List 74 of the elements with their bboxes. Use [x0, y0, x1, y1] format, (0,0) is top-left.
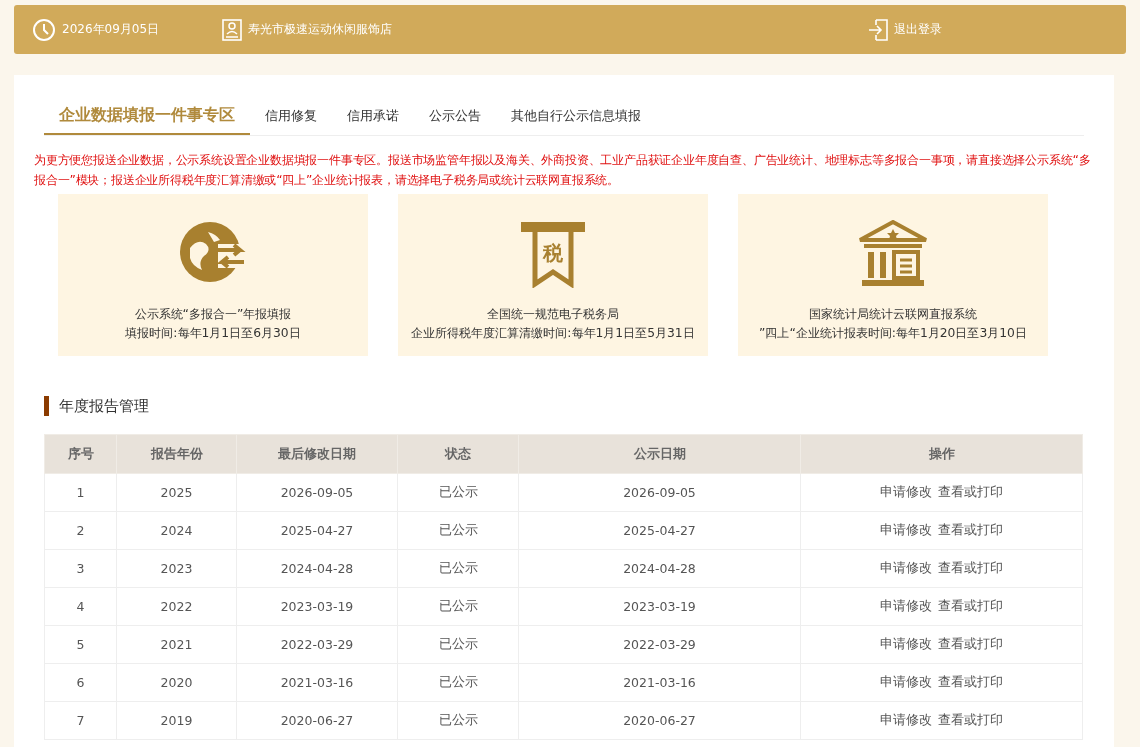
- tab[interactable]: 其他自行公示信息填报: [496, 97, 656, 135]
- table-cell: 2: [44, 511, 117, 550]
- action-link[interactable]: 申请修改: [877, 522, 935, 539]
- shop-name: 寿光市极速运动休闲服饰店: [248, 21, 392, 38]
- service-card[interactable]: 税 全国统一规范电子税务局 企业所得税年度汇算清缴时间:每年1月1日至5月31日: [398, 194, 708, 356]
- column-header: 状态: [397, 434, 519, 474]
- table-cell: 6: [44, 663, 117, 702]
- action-link[interactable]: 查看或打印: [935, 674, 1006, 691]
- section-title: 年度报告管理: [59, 396, 149, 416]
- table-cell: 2021-03-16: [236, 663, 398, 702]
- table-cell: 2020-06-27: [518, 701, 801, 740]
- person-badge-icon: [222, 18, 242, 41]
- action-link[interactable]: 申请修改: [877, 674, 935, 691]
- notice-text: 为更方便您报送企业数据，公示系统设置企业数据填报一件事专区。报送市场监管年报以及海关、外商投资、工业产品获证企业年度自查、广告业统计、地理标志等多报合一事项，请直接选择公示系统“多报合一”模块；报送企业所得税年度汇算清缴或“四上”企业统计报表，请选择电子税务局或统计云联网直报系统。: [34, 152, 1092, 189]
- action-link[interactable]: 查看或打印: [935, 484, 1006, 501]
- action-link[interactable]: 申请修改: [877, 484, 935, 501]
- table-cell: 1: [44, 473, 117, 512]
- table-cell: 已公示: [397, 549, 519, 588]
- clock-icon: [32, 17, 56, 42]
- government-building-icon: [858, 220, 928, 288]
- table-cell: 已公示: [397, 473, 519, 512]
- table-cell: 2022-03-29: [518, 625, 801, 664]
- column-header: 公示日期: [518, 434, 801, 474]
- logout-icon: [868, 18, 888, 41]
- table-cell: 4: [44, 587, 117, 626]
- table-cell: 2022: [116, 587, 237, 626]
- table-cell: 2024-04-28: [236, 549, 398, 588]
- table-cell: 2023-03-19: [236, 587, 398, 626]
- card-text: 全国统一规范电子税务局 企业所得税年度汇算清缴时间:每年1月1日至5月31日: [411, 306, 695, 342]
- table-cell: 2025: [116, 473, 237, 512]
- action-link[interactable]: 申请修改: [877, 598, 935, 615]
- table-cell: 2021: [116, 625, 237, 664]
- card-text: 公示系统“多报合一”年报填报 填报时间:每年1月1日至6月30日: [125, 306, 301, 342]
- action-link[interactable]: 查看或打印: [935, 712, 1006, 729]
- table-cell: 2022-03-29: [236, 625, 398, 664]
- table-cell: 2023: [116, 549, 237, 588]
- table-cell: 已公示: [397, 701, 519, 740]
- tab[interactable]: 信用修复: [250, 97, 332, 135]
- table-cell: 2021-03-16: [518, 663, 801, 702]
- service-card[interactable]: 公示系统“多报合一”年报填报 填报时间:每年1月1日至6月30日: [58, 194, 368, 356]
- column-header: 报告年份: [116, 434, 237, 474]
- column-header: 操作: [800, 434, 1083, 474]
- action-link[interactable]: 查看或打印: [935, 636, 1006, 653]
- table-cell: 2020: [116, 663, 237, 702]
- column-header: 最后修改日期: [236, 434, 398, 474]
- table-cell: 3: [44, 549, 117, 588]
- table-cell: 2024-04-28: [518, 549, 801, 588]
- action-link[interactable]: 查看或打印: [935, 522, 1006, 539]
- table-cell: 已公示: [397, 511, 519, 550]
- table-cell: 2026-09-05: [518, 473, 801, 512]
- table-cell: 5: [44, 625, 117, 664]
- action-link[interactable]: 申请修改: [877, 636, 935, 653]
- table-cell: 7: [44, 701, 117, 740]
- table-cell: 2025-04-27: [236, 511, 398, 550]
- column-header: 序号: [44, 434, 117, 474]
- action-link[interactable]: 申请修改: [877, 712, 935, 729]
- tab[interactable]: 信用承诺: [332, 97, 414, 135]
- table-cell: 2019: [116, 701, 237, 740]
- action-link[interactable]: 申请修改: [877, 560, 935, 577]
- table-cell: 已公示: [397, 663, 519, 702]
- section-marker: [44, 396, 49, 416]
- table-cell: 2023-03-19: [518, 587, 801, 626]
- action-link[interactable]: 查看或打印: [935, 560, 1006, 577]
- card-text: 国家统计局统计云联网直报系统 ”四上“企业统计报表时间:每年1月20日至3月10日: [759, 306, 1027, 342]
- tab[interactable]: 公示公告: [414, 97, 496, 135]
- table-cell: 2020-06-27: [236, 701, 398, 740]
- action-link[interactable]: 查看或打印: [935, 598, 1006, 615]
- table-cell: 2024: [116, 511, 237, 550]
- table-cell: 已公示: [397, 587, 519, 626]
- table-cell: 2026-09-05: [236, 473, 398, 512]
- table-cell: 已公示: [397, 625, 519, 664]
- date-text: 2026年09月05日: [62, 21, 160, 38]
- service-card[interactable]: 国家统计局统计云联网直报系统 ”四上“企业统计报表时间:每年1月20日至3月10日: [738, 194, 1048, 356]
- table-cell: 2025-04-27: [518, 511, 801, 550]
